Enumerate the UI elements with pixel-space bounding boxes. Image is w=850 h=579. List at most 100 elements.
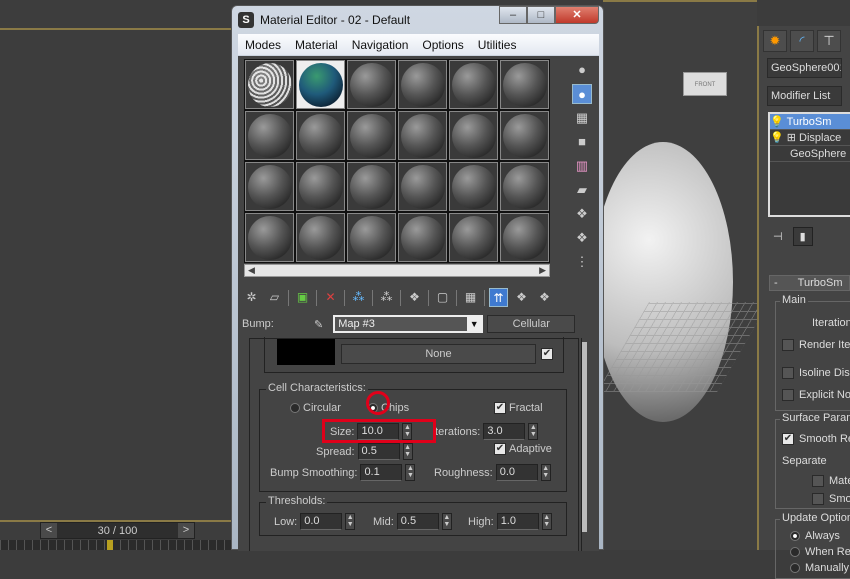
track-bar[interactable] xyxy=(0,540,232,550)
menu-material[interactable]: Material xyxy=(288,38,345,52)
material-slot[interactable] xyxy=(397,212,448,263)
smooth-result-checkbox[interactable]: ✔ xyxy=(782,433,794,445)
cell-color-map-checkbox[interactable]: ✔ xyxy=(541,348,553,360)
menu-navigation[interactable]: Navigation xyxy=(345,38,416,52)
roughness-spinner[interactable]: ▲ ▼ xyxy=(540,464,551,481)
material-slot[interactable] xyxy=(295,212,346,263)
cell-color-map-button[interactable]: None xyxy=(341,344,536,364)
explicit-normals-checkbox[interactable] xyxy=(782,389,794,401)
material-slot[interactable] xyxy=(499,110,550,161)
material-slot[interactable] xyxy=(244,110,295,161)
iterations-field[interactable]: 3.0 xyxy=(483,423,526,440)
map-name-dropdown[interactable]: Map #3 ▼ xyxy=(333,315,484,333)
chevron-down-icon[interactable]: ▼ xyxy=(467,317,482,331)
stack-item-displace[interactable]: 💡 ⊞ Displace xyxy=(770,130,850,146)
material-slot[interactable] xyxy=(346,161,397,212)
low-field[interactable]: 0.0 xyxy=(300,513,343,530)
prev-frame-button[interactable]: < xyxy=(41,523,57,538)
material-map-navigator-icon[interactable]: ⋮ xyxy=(572,252,592,272)
material-slot[interactable] xyxy=(346,59,397,110)
show-end-result-icon[interactable]: ▮ xyxy=(792,226,813,246)
next-frame-button[interactable]: > xyxy=(178,523,194,538)
put-to-library-icon[interactable]: ❖ xyxy=(405,288,424,307)
bump-smoothing-spinner[interactable]: ▲ ▼ xyxy=(405,464,416,481)
material-slot[interactable] xyxy=(295,110,346,161)
material-slot[interactable] xyxy=(244,59,295,110)
expand-icon[interactable]: ⊞ xyxy=(787,132,796,144)
material-slot[interactable] xyxy=(448,59,499,110)
bulb-icon[interactable]: 💡 xyxy=(770,132,784,144)
stack-item-geosphere[interactable]: GeoSphere xyxy=(770,146,850,162)
minimize-button[interactable]: – xyxy=(499,6,527,24)
render-iters-checkbox[interactable] xyxy=(782,339,794,351)
make-preview-icon[interactable]: ▰ xyxy=(572,180,592,200)
adaptive-checkbox[interactable]: ✔ xyxy=(494,443,506,455)
circular-radio[interactable] xyxy=(290,403,300,413)
fractal-checkbox[interactable]: ✔ xyxy=(494,402,506,414)
select-by-material-icon[interactable]: ❖ xyxy=(572,228,592,248)
iterations-spinner[interactable]: ▲ ▼ xyxy=(528,423,539,440)
reset-map-icon[interactable]: ✕ xyxy=(321,288,340,307)
background-checker-icon[interactable]: ▦ xyxy=(572,108,592,128)
modify-tab-icon[interactable]: ◜ xyxy=(790,30,814,52)
viewcube[interactable]: FRONT xyxy=(683,72,727,96)
material-slot[interactable] xyxy=(448,212,499,263)
high-field[interactable]: 1.0 xyxy=(496,513,539,530)
show-shaded-material-icon[interactable]: ▦ xyxy=(461,288,480,307)
material-slot[interactable] xyxy=(397,110,448,161)
material-slot[interactable] xyxy=(397,59,448,110)
material-slot[interactable] xyxy=(448,110,499,161)
sample-uv-tiling-icon[interactable]: ■ xyxy=(572,132,592,152)
mid-spinner[interactable]: ▲ ▼ xyxy=(441,513,452,530)
bump-smoothing-field[interactable]: 0.1 xyxy=(360,464,403,481)
close-button[interactable]: ✕ xyxy=(555,6,599,24)
low-spinner[interactable]: ▲ ▼ xyxy=(345,513,356,530)
menu-modes[interactable]: Modes xyxy=(238,38,288,52)
assign-material-to-selection-icon[interactable]: ▣ xyxy=(293,288,312,307)
material-slot[interactable] xyxy=(244,212,295,263)
backlight-icon[interactable]: ● xyxy=(572,84,592,104)
manually-radio[interactable] xyxy=(790,563,800,573)
make-unique-icon[interactable]: ⁂ xyxy=(377,288,396,307)
turbosmooth-rollout-header[interactable]: - TurboSm xyxy=(769,275,850,291)
cell-color-swatch[interactable] xyxy=(277,339,335,365)
put-material-to-scene-icon[interactable]: ▱ xyxy=(265,288,284,307)
scroll-left-icon[interactable]: ◀ xyxy=(248,265,255,276)
maximize-button[interactable]: □ xyxy=(527,6,555,24)
spread-spinner[interactable]: ▲ ▼ xyxy=(402,443,413,460)
go-forward-to-sibling-icon[interactable]: ❖ xyxy=(535,288,554,307)
map-type-button[interactable]: Cellular xyxy=(487,315,576,333)
hierarchy-tab-icon[interactable]: ⊤ xyxy=(817,30,841,52)
isoline-checkbox[interactable] xyxy=(782,367,794,379)
show-end-result-icon[interactable]: ⇈ xyxy=(489,288,508,307)
make-material-copy-icon[interactable]: ⁂ xyxy=(349,288,368,307)
go-to-parent-icon[interactable]: ❖ xyxy=(512,288,531,307)
material-slot[interactable] xyxy=(244,161,295,212)
left-viewport[interactable] xyxy=(0,0,232,550)
perspective-viewport[interactable]: FRONT xyxy=(603,0,757,550)
materials-checkbox[interactable] xyxy=(812,475,824,487)
menu-utilities[interactable]: Utilities xyxy=(471,38,524,52)
material-slot[interactable] xyxy=(499,212,550,263)
modifier-list-dropdown[interactable]: Modifier List xyxy=(767,86,842,106)
time-slider[interactable]: < 30 / 100 > xyxy=(40,522,195,539)
sample-slots-scrollbar[interactable]: ◀ ▶ xyxy=(244,264,550,277)
bulb-icon[interactable]: 💡 xyxy=(770,116,784,128)
scrollbar-thumb[interactable] xyxy=(582,342,587,532)
create-tab-icon[interactable]: ✹ xyxy=(763,30,787,52)
material-slot[interactable] xyxy=(295,59,346,110)
object-name-field[interactable]: GeoSphere001 xyxy=(767,58,842,78)
get-material-icon[interactable]: ✲ xyxy=(242,288,261,307)
material-slot[interactable] xyxy=(397,161,448,212)
always-radio[interactable] xyxy=(790,531,800,541)
material-slot[interactable] xyxy=(499,161,550,212)
sample-type-icon[interactable]: ● xyxy=(572,60,592,80)
options-icon[interactable]: ❖ xyxy=(572,204,592,224)
material-id-channel-icon[interactable]: ▢ xyxy=(433,288,452,307)
stack-item-turbosmooth[interactable]: 💡 TurboSm xyxy=(770,114,850,130)
spread-field[interactable]: 0.5 xyxy=(357,443,400,460)
menu-options[interactable]: Options xyxy=(415,38,470,52)
material-slot[interactable] xyxy=(499,59,550,110)
material-slot[interactable] xyxy=(448,161,499,212)
scroll-right-icon[interactable]: ▶ xyxy=(539,265,546,276)
